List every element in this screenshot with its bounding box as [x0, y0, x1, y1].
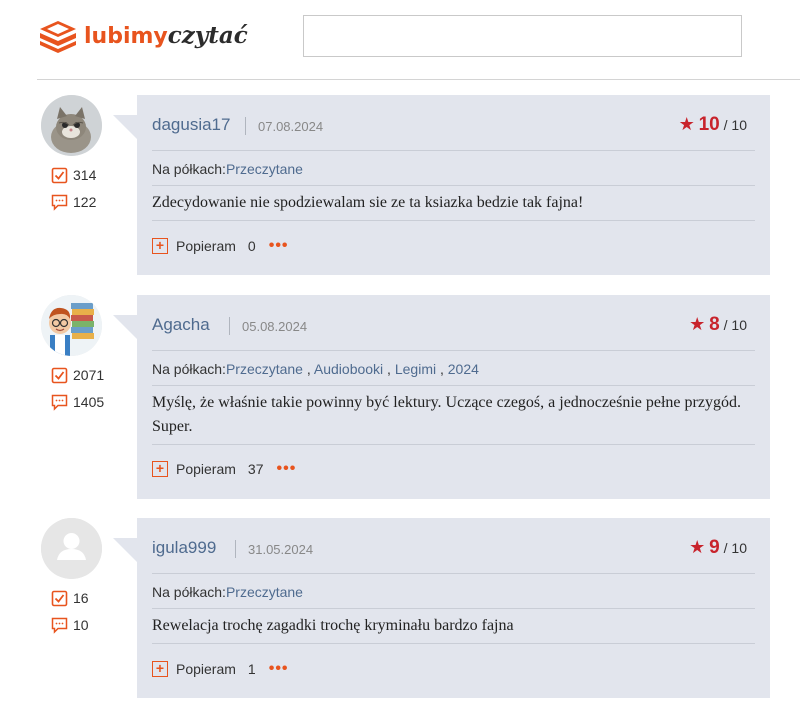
support-count: 37	[247, 461, 264, 477]
header: lubimyczytać	[0, 0, 800, 80]
review-actions: + Popieram 0 •••	[152, 236, 289, 256]
rating-value: 9	[709, 537, 720, 558]
shelves-label: Na półkach:	[152, 584, 226, 600]
plus-icon[interactable]: +	[152, 238, 168, 254]
support-button[interactable]: Popieram	[176, 661, 236, 677]
checkbox-icon	[51, 167, 68, 183]
support-count: 1	[247, 661, 256, 677]
comment-count: 1405	[51, 392, 104, 412]
speech-tail	[113, 315, 137, 339]
book-stack-icon	[40, 21, 76, 53]
cartoon-reader-avatar-image	[41, 295, 102, 356]
more-options-button[interactable]: •••	[277, 461, 297, 477]
review-text: Zdecydowanie nie spodziewalam sie ze ta …	[152, 187, 755, 221]
more-options-button[interactable]: •••	[269, 661, 289, 677]
comment-bubble-icon	[51, 394, 68, 411]
header-separator	[245, 117, 246, 135]
shelf-link[interactable]: Audiobooki	[314, 361, 383, 377]
shelves-row: Na półkach:Przeczytane , Audiobooki , Le…	[152, 352, 755, 386]
shelf-link[interactable]: 2024	[448, 361, 479, 377]
support-button[interactable]: Popieram	[176, 238, 236, 254]
comment-count-value: 1405	[73, 394, 105, 410]
header-separator	[235, 540, 236, 558]
review-date: 05.08.2024	[242, 319, 308, 334]
username-link[interactable]: Agacha	[152, 315, 210, 335]
star-icon: ★	[689, 537, 706, 557]
rating: ★ 8 / 10	[689, 314, 747, 336]
header-separator	[229, 317, 230, 335]
rating-scale: / 10	[723, 317, 747, 333]
comment-bubble-icon	[51, 617, 68, 634]
review-actions: + Popieram 1 •••	[152, 659, 289, 679]
site-logo[interactable]: lubimyczytać	[38, 18, 248, 54]
support-count: 0	[247, 238, 256, 254]
logo-text: lubimyczytać	[84, 18, 248, 54]
review-header: Agacha 05.08.2024 ★ 8 / 10	[152, 295, 755, 351]
review-actions: + Popieram 37 •••	[152, 459, 296, 479]
read-count-value: 16	[73, 590, 89, 606]
review-header: igula999 31.05.2024 ★ 9 / 10	[152, 518, 755, 574]
read-count: 2071	[51, 365, 104, 385]
shelf-link[interactable]: Przeczytane	[226, 584, 303, 600]
review-date: 31.05.2024	[248, 542, 314, 557]
review-card: dagusia17 07.08.2024 ★ 10 / 10 Na półkac…	[137, 95, 770, 275]
search-input[interactable]	[303, 15, 742, 57]
speech-tail	[113, 538, 137, 562]
star-icon: ★	[678, 114, 695, 134]
shelf-link[interactable]: Przeczytane	[226, 161, 303, 177]
review-text: Myślę, że właśnie takie powinny być lekt…	[152, 387, 755, 445]
read-count-value: 2071	[73, 367, 105, 383]
rating-scale: / 10	[723, 117, 747, 133]
shelves-row: Na półkach:Przeczytane	[152, 152, 755, 186]
read-count: 314	[51, 165, 96, 185]
avatar[interactable]	[41, 95, 102, 156]
rating: ★ 9 / 10	[689, 537, 747, 559]
review-header: dagusia17 07.08.2024 ★ 10 / 10	[152, 95, 755, 151]
shelf-link[interactable]: Przeczytane	[226, 361, 303, 377]
rating-scale: / 10	[723, 540, 747, 556]
more-options-button[interactable]: •••	[269, 238, 289, 254]
logo-text-part1: lubimy	[84, 24, 168, 49]
default-user-icon	[41, 518, 102, 579]
header-divider	[37, 79, 800, 80]
star-icon: ★	[689, 314, 706, 334]
speech-tail	[113, 115, 137, 139]
review-card: Agacha 05.08.2024 ★ 8 / 10 Na półkach:Pr…	[137, 295, 770, 499]
read-count: 16	[51, 588, 89, 608]
shelves-row: Na półkach:Przeczytane	[152, 575, 755, 609]
comment-count-value: 122	[73, 194, 97, 210]
plus-icon[interactable]: +	[152, 661, 168, 677]
rating-value: 8	[709, 314, 720, 335]
review-date: 07.08.2024	[258, 119, 324, 134]
shelves-label: Na półkach:	[152, 161, 226, 177]
checkbox-icon	[51, 590, 68, 606]
comment-count: 10	[51, 615, 89, 635]
username-link[interactable]: igula999	[152, 538, 216, 558]
shelf-link[interactable]: Legimi	[395, 361, 436, 377]
kitten-avatar-image	[41, 95, 102, 156]
logo-text-part2: czytać	[167, 22, 248, 49]
checkbox-icon	[51, 367, 68, 383]
comment-count: 122	[51, 192, 96, 212]
comment-count-value: 10	[73, 617, 89, 633]
plus-icon[interactable]: +	[152, 461, 168, 477]
avatar[interactable]	[41, 518, 102, 579]
shelves-label: Na półkach:	[152, 361, 226, 377]
review-text: Rewelacja trochę zagadki trochę kryminał…	[152, 610, 755, 644]
username-link[interactable]: dagusia17	[152, 115, 230, 135]
rating-value: 10	[698, 114, 720, 135]
review-card: igula999 31.05.2024 ★ 9 / 10 Na półkach:…	[137, 518, 770, 698]
read-count-value: 314	[73, 167, 97, 183]
support-button[interactable]: Popieram	[176, 461, 236, 477]
avatar[interactable]	[41, 295, 102, 356]
comment-bubble-icon	[51, 194, 68, 211]
rating: ★ 10 / 10	[679, 114, 747, 136]
